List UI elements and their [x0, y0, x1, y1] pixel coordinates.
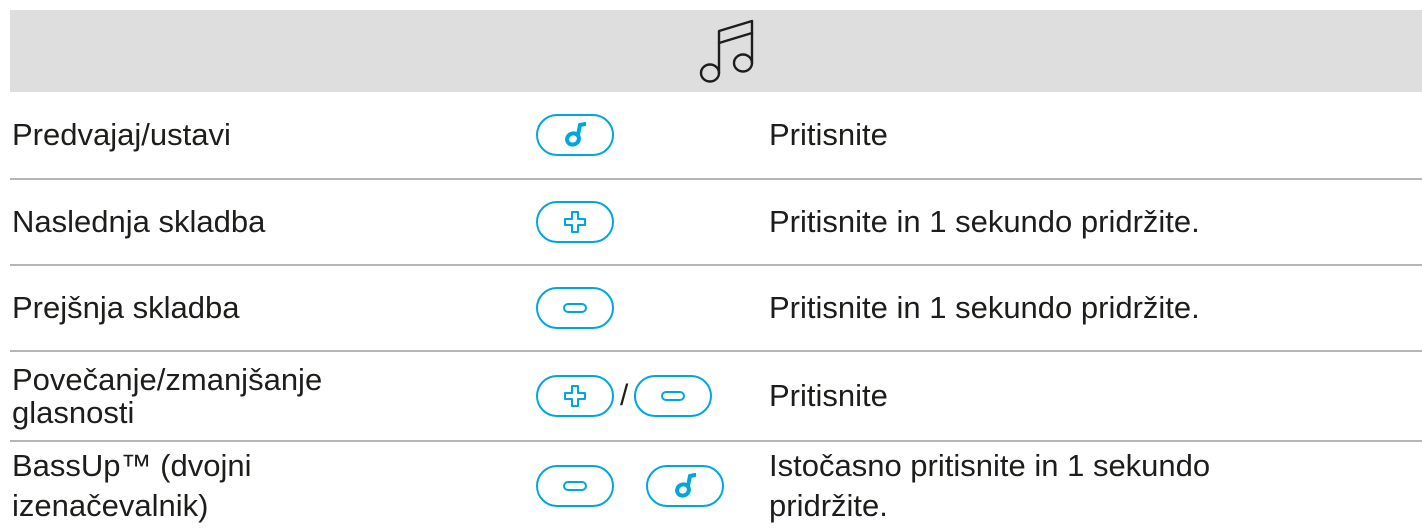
- volume-up-button: [536, 375, 614, 417]
- button-combo: [536, 114, 614, 156]
- play-pause-button: [536, 114, 614, 156]
- volume-down-button: [536, 287, 614, 329]
- table-row: Predvajaj/ustavi Pritisnite: [0, 92, 1422, 178]
- operation-label: Pritisnite in 1 sekundo pridržite.: [769, 204, 1200, 239]
- play-pause-button: [646, 465, 724, 507]
- minus-icon: [563, 481, 587, 491]
- volume-down-button: [536, 465, 614, 507]
- music-note-icon: [699, 19, 754, 83]
- function-label: Povečanje/zmanjšanje glasnosti: [12, 362, 323, 430]
- function-label: BassUp™ (dvojni izenačevalnik): [12, 448, 252, 523]
- volume-up-button: [536, 201, 614, 243]
- button-combo: [536, 201, 614, 243]
- plus-icon: [564, 211, 586, 233]
- table-header: [10, 10, 1422, 92]
- button-combo: [536, 465, 724, 507]
- play-pause-icon: [675, 473, 696, 498]
- button-combo: [536, 287, 614, 329]
- operation-label: Pritisnite in 1 sekundo pridržite.: [769, 290, 1200, 325]
- function-label: Naslednja skladba: [12, 204, 266, 239]
- operation-label: Istočasno pritisnite in 1 sekundo pridrž…: [769, 448, 1211, 523]
- table-row: BassUp™ (dvojni izenačevalnik) Istočasno…: [0, 442, 1422, 530]
- function-label: Prejšnja skladba: [12, 290, 240, 325]
- minus-icon: [661, 391, 686, 401]
- volume-down-button: [634, 375, 713, 417]
- table-row: Prejšnja skladba Pritisnite in 1 sekundo…: [0, 266, 1422, 350]
- minus-icon: [563, 303, 587, 313]
- table-row: Naslednja skladba Pritisnite in 1 sekund…: [0, 180, 1422, 264]
- plus-icon: [564, 385, 586, 407]
- operation-label: Pritisnite: [769, 378, 888, 413]
- button-combo: /: [536, 375, 713, 417]
- operation-label: Pritisnite: [769, 117, 888, 152]
- play-pause-icon: [565, 122, 586, 147]
- key-separator: /: [620, 379, 629, 412]
- table-row: Povečanje/zmanjšanje glasnosti / Pritisn…: [0, 352, 1422, 440]
- function-label: Predvajaj/ustavi: [12, 117, 231, 152]
